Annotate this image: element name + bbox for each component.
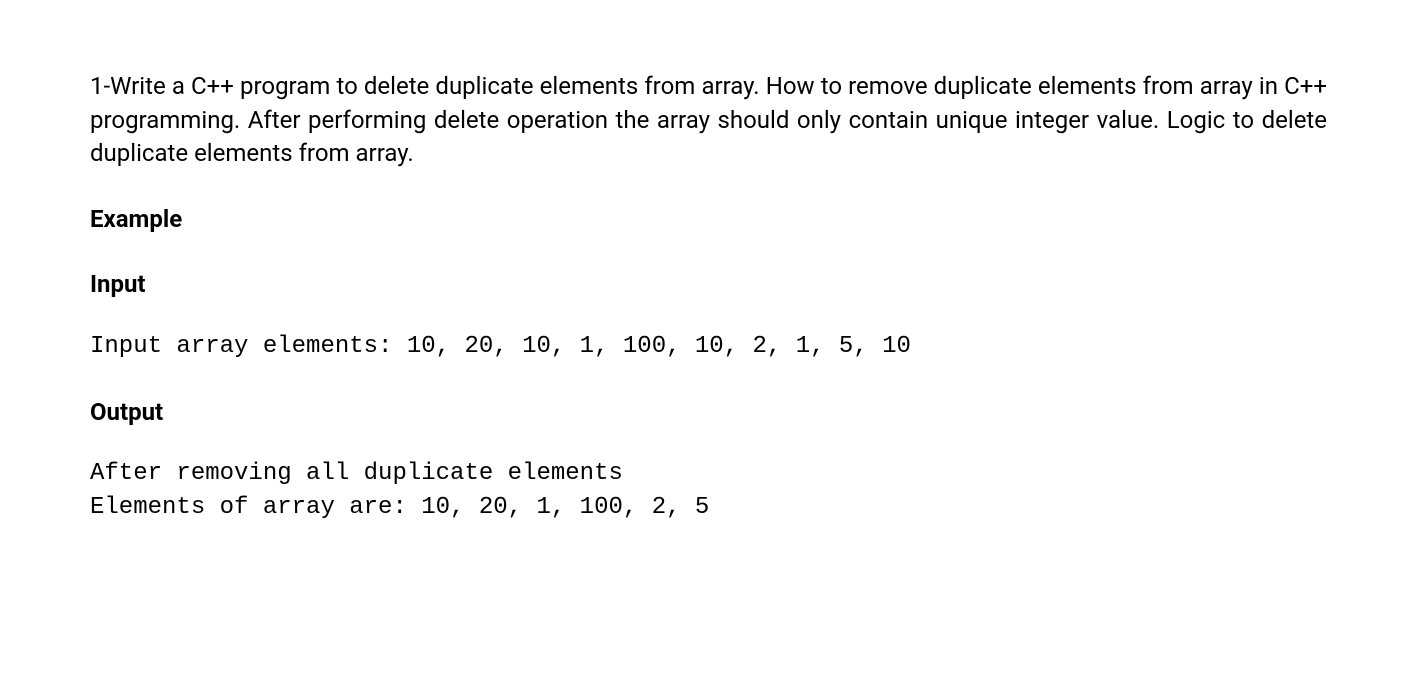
output-line-2: Elements of array are: 10, 20, 1, 100, 2… <box>90 494 709 521</box>
output-heading: Output <box>90 396 1327 430</box>
input-code-block: Input array elements: 10, 20, 10, 1, 100… <box>90 330 1327 364</box>
input-heading: Input <box>90 268 1327 302</box>
question-text: 1-Write a C++ program to delete duplicat… <box>90 70 1327 171</box>
output-line-1: After removing all duplicate elements <box>90 460 623 487</box>
example-heading: Example <box>90 203 1327 237</box>
output-code-block: After removing all duplicate elements El… <box>90 457 1327 524</box>
